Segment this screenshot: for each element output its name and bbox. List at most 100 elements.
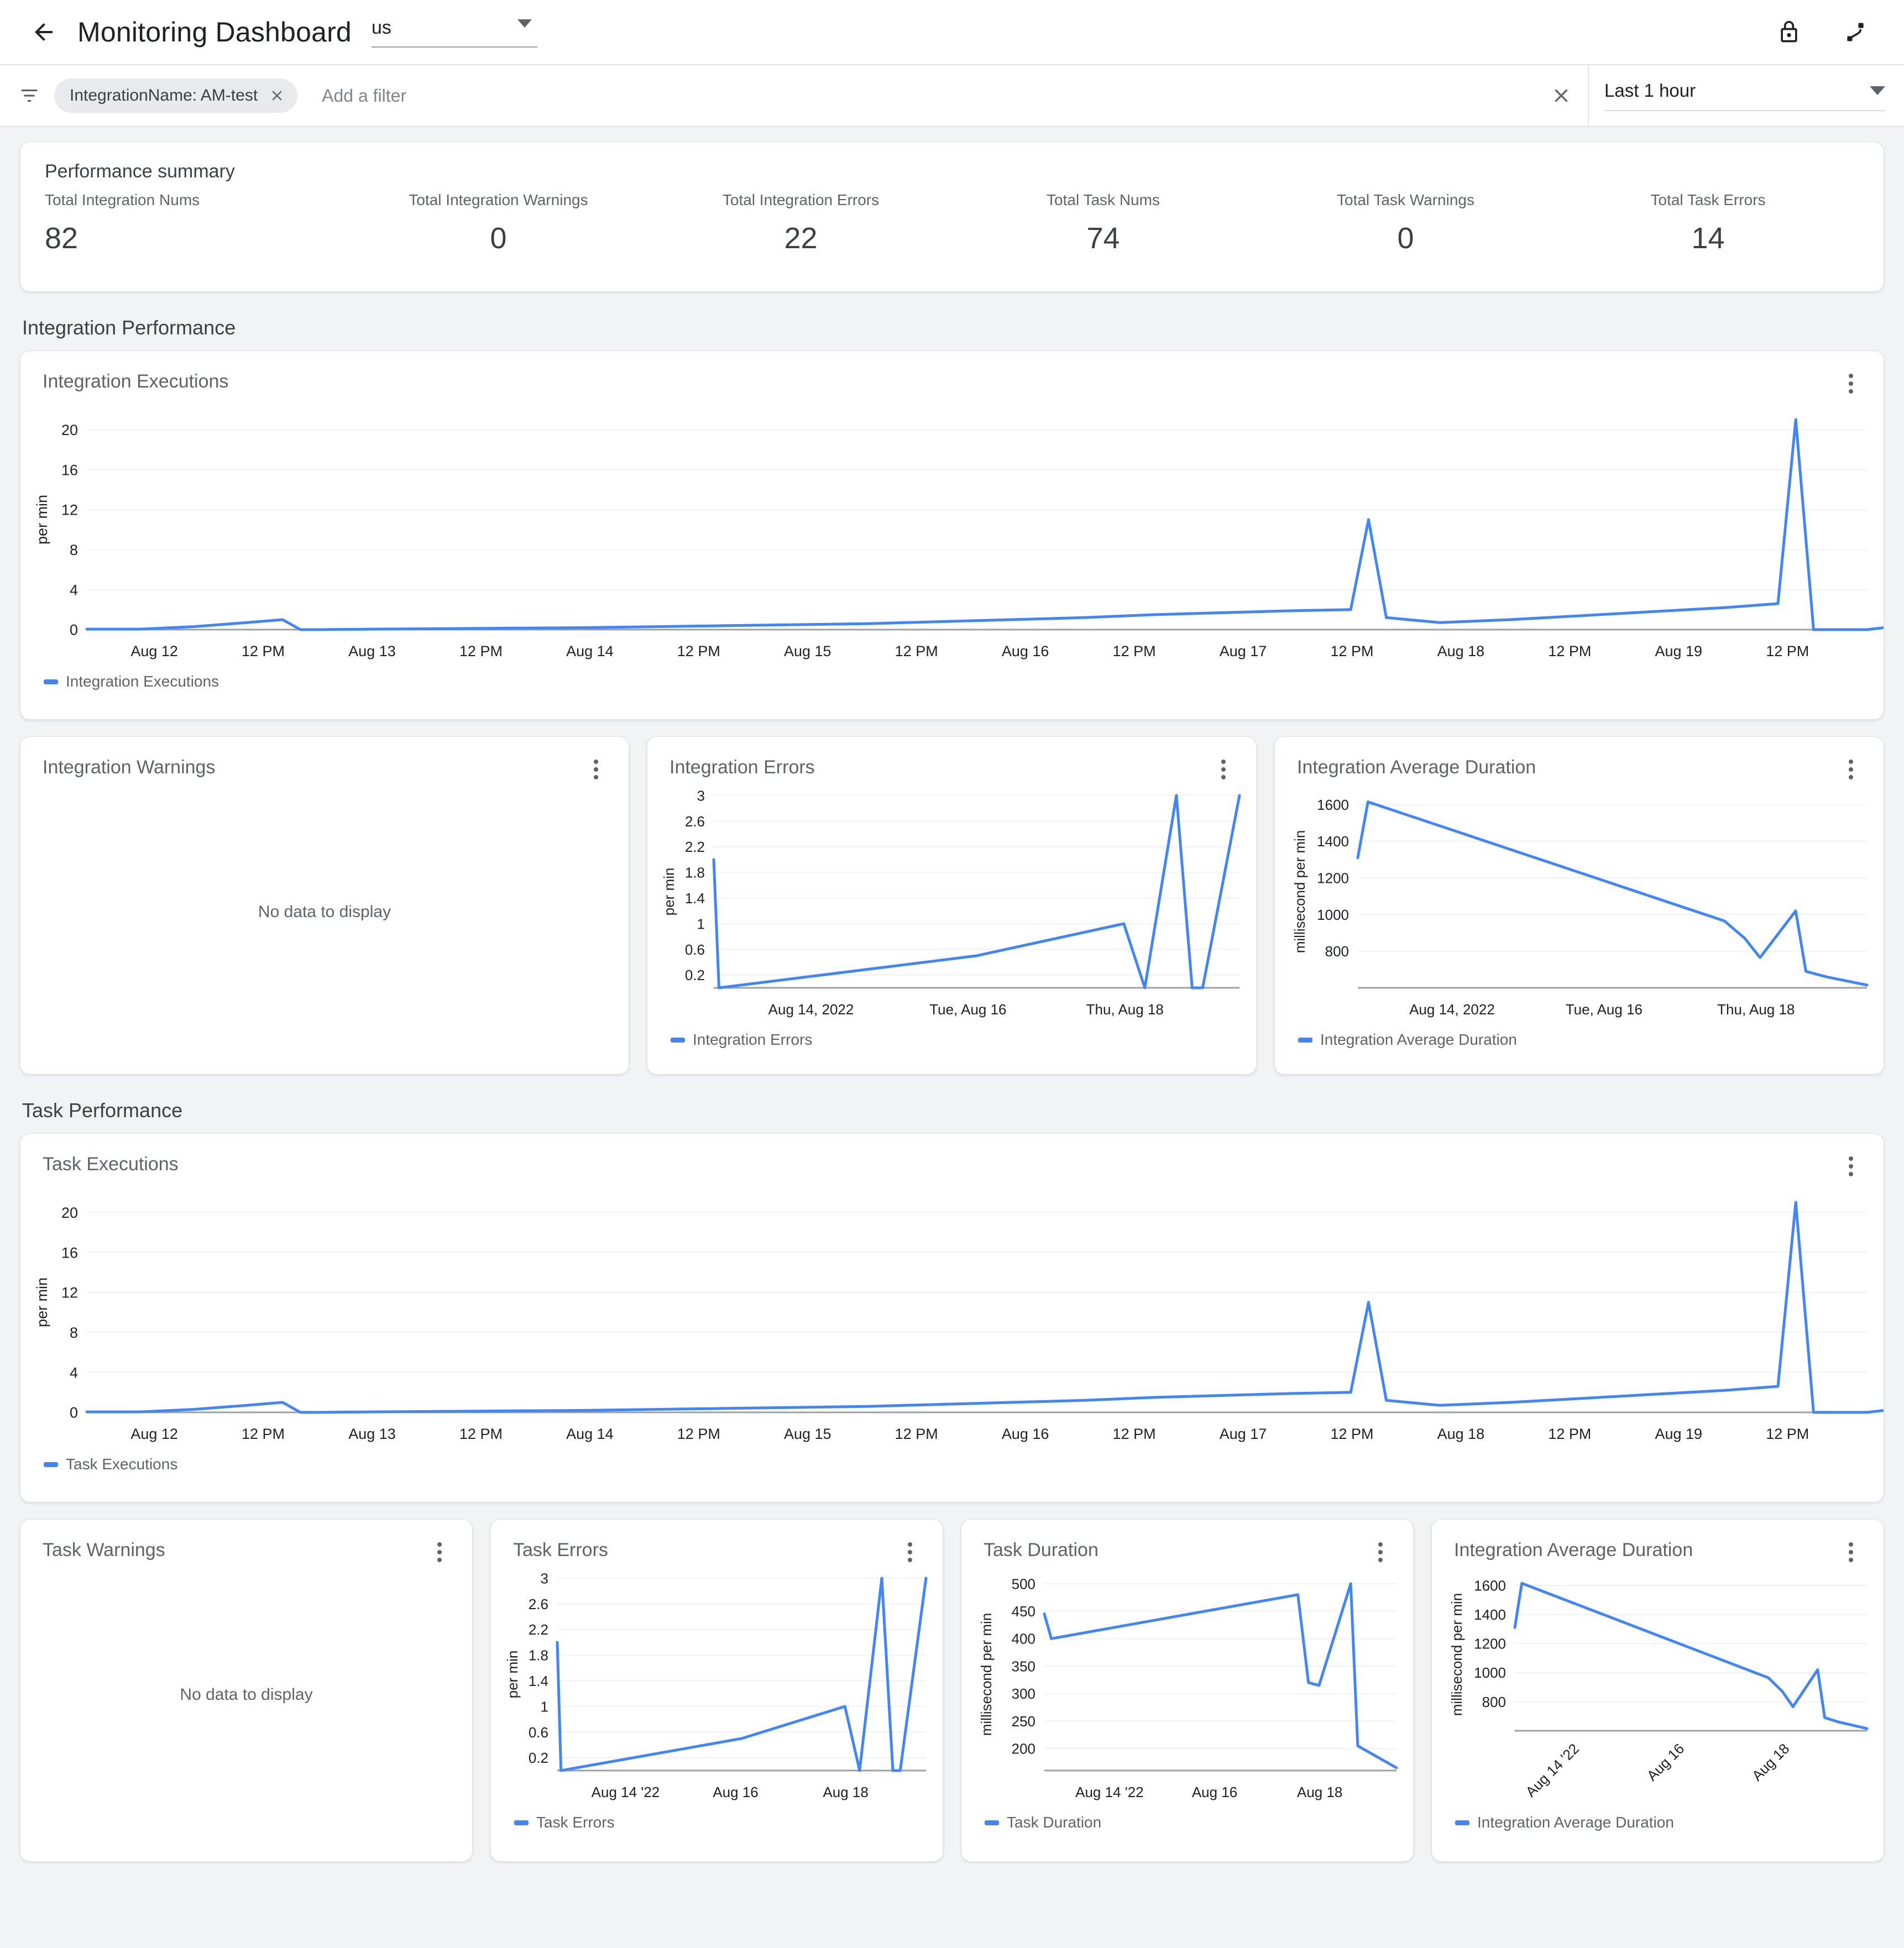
svg-text:500: 500 (1012, 1575, 1035, 1592)
metric-total-task-errors: Total Task Errors 14 (1557, 191, 1859, 255)
legend-swatch (1455, 1820, 1469, 1825)
performance-summary-card: Performance summary Total Integration Nu… (20, 142, 1884, 292)
lock-icon[interactable] (1774, 17, 1804, 48)
metric-value: 82 (45, 222, 79, 255)
card-task-warnings: Task Warnings No data to display (20, 1519, 473, 1862)
more-options-icon[interactable] (1368, 1539, 1393, 1565)
svg-text:0.6: 0.6 (529, 1724, 548, 1741)
card-task-errors: Task Errors 0.2 0.6 1 1.4 1.8 2.2 2.6 3 per min A… (490, 1519, 943, 1862)
filter-chip-label: IntegrationName: AM-test (70, 86, 258, 104)
legend-swatch (44, 1462, 58, 1467)
svg-text:1000: 1000 (1317, 907, 1349, 923)
filter-chip[interactable]: IntegrationName: AM-test (54, 78, 298, 113)
filter-list-icon[interactable] (15, 82, 43, 109)
more-options-icon[interactable] (583, 757, 609, 782)
legend-label: Task Duration (1007, 1814, 1102, 1831)
chart-legend: Integration Errors (647, 1031, 1256, 1049)
legend-swatch (985, 1820, 999, 1825)
svg-text:12 PM: 12 PM (1766, 1426, 1809, 1442)
metric-total-integration-nums: Total Integration Nums 82 (45, 191, 347, 255)
metric-value: 14 (1691, 222, 1725, 255)
svg-text:12: 12 (61, 1285, 78, 1301)
section-task-performance: Task Performance (22, 1099, 183, 1122)
chart-task-errors[interactable]: 0.2 0.6 1 1.4 1.8 2.2 2.6 3 per min Aug 14 '22 Aug… (491, 1565, 943, 1814)
card-task-executions: Task Executions 0 4 8 12 16 20 per min Aug 12 12… (20, 1133, 1904, 1502)
more-options-icon[interactable] (1838, 1154, 1864, 1179)
metric-value: 0 (490, 222, 507, 255)
close-icon[interactable] (266, 85, 287, 106)
chart-task-executions[interactable]: 0 4 8 12 16 20 per min Aug 12 12 PM Aug 13 12 PM Au… (20, 1179, 1904, 1455)
svg-text:12 PM: 12 PM (1766, 643, 1809, 659)
region-select[interactable]: us (371, 17, 537, 48)
svg-text:450: 450 (1012, 1603, 1035, 1620)
svg-text:2.6: 2.6 (529, 1596, 548, 1612)
card-title: Task Executions (43, 1154, 179, 1175)
add-filter-input[interactable]: Add a filter (322, 86, 1535, 106)
chart-integration-errors[interactable]: 0.2 0.6 1 1.4 1.8 2.2 2.6 3 per min Aug 14, 2022 T… (647, 782, 1256, 1031)
legend-swatch (44, 679, 58, 684)
svg-text:Tue, Aug 16: Tue, Aug 16 (1566, 1001, 1643, 1018)
svg-text:2.2: 2.2 (529, 1621, 548, 1638)
svg-text:2.2: 2.2 (685, 839, 705, 855)
svg-text:12 PM: 12 PM (242, 643, 285, 659)
more-options-icon[interactable] (427, 1539, 452, 1565)
svg-text:1.8: 1.8 (529, 1647, 548, 1664)
svg-text:200: 200 (1012, 1741, 1035, 1757)
legend-label: Task Errors (536, 1814, 615, 1831)
svg-text:per min: per min (504, 1651, 521, 1699)
svg-text:12 PM: 12 PM (242, 1426, 285, 1442)
legend-swatch (514, 1820, 529, 1825)
metric-label: Total Integration Warnings (409, 191, 588, 208)
chart-integration-executions[interactable]: 0 4 8 12 16 20 per min Aug 12 12 PM Aug 13 12 PM Au… (20, 396, 1904, 673)
svg-text:1400: 1400 (1317, 833, 1349, 850)
more-options-icon[interactable] (1211, 757, 1236, 782)
connection-cable-icon[interactable] (1840, 17, 1871, 48)
performance-summary-title: Performance summary (45, 161, 235, 182)
more-options-icon[interactable] (897, 1539, 923, 1565)
svg-text:per min: per min (34, 495, 50, 544)
svg-text:20: 20 (61, 1205, 78, 1221)
chart-legend: Task Executions (20, 1455, 1884, 1473)
back-arrow-icon[interactable] (27, 15, 61, 49)
svg-text:250: 250 (1012, 1713, 1035, 1730)
more-options-icon[interactable] (1838, 757, 1864, 782)
svg-text:Aug 16: Aug 16 (1002, 643, 1049, 659)
card-title: Integration Warnings (43, 757, 216, 778)
chart-integration-average-duration[interactable]: 800 1000 1200 1400 1600 millisecond per min Au… (1275, 782, 1884, 1031)
filter-bar-left: IntegrationName: AM-test Add a filter (0, 65, 1535, 126)
svg-text:Aug 14, 2022: Aug 14, 2022 (1409, 1001, 1495, 1018)
card-title: Integration Average Duration (1297, 757, 1536, 778)
card-title: Task Warnings (43, 1539, 165, 1561)
svg-text:Aug 14 '22: Aug 14 '22 (1523, 1740, 1583, 1800)
svg-text:0.2: 0.2 (529, 1750, 548, 1766)
chart-task-integration-average-duration[interactable]: 800 1000 1200 1400 1600 millisecond per min Au… (1432, 1565, 1884, 1814)
svg-text:20: 20 (61, 422, 78, 438)
svg-text:12 PM: 12 PM (1330, 1426, 1373, 1442)
svg-text:Aug 19: Aug 19 (1655, 643, 1703, 659)
metric-total-integration-warnings: Total Integration Warnings 0 (347, 191, 650, 255)
svg-text:300: 300 (1012, 1685, 1035, 1702)
svg-text:Aug 19: Aug 19 (1655, 1426, 1703, 1442)
svg-text:0.6: 0.6 (685, 941, 705, 958)
card-title: Integration Average Duration (1454, 1539, 1693, 1561)
card-integration-average-duration: Integration Average Duration 800 1000 1200… (1274, 736, 1884, 1075)
svg-text:Aug 14 '22: Aug 14 '22 (592, 1784, 660, 1800)
task-bottom-row: Task Warnings No data to display Task Er… (20, 1519, 1884, 1862)
metric-value: 74 (1086, 222, 1120, 255)
svg-text:8: 8 (70, 542, 78, 558)
chart-task-duration[interactable]: 200 250 300 350 400 450 500 millisecond per min… (961, 1565, 1413, 1814)
chevron-down-icon (1870, 86, 1885, 95)
svg-text:12 PM: 12 PM (1330, 643, 1373, 659)
time-range-select[interactable]: Last 1 hour (1588, 65, 1904, 126)
chart-legend: Task Duration (961, 1814, 1413, 1831)
svg-text:1.4: 1.4 (529, 1673, 548, 1689)
svg-text:0: 0 (70, 1405, 78, 1421)
legend-label: Integration Average Duration (1320, 1031, 1517, 1048)
svg-text:1600: 1600 (1317, 797, 1349, 813)
svg-text:1: 1 (541, 1698, 548, 1715)
more-options-icon[interactable] (1838, 371, 1864, 396)
more-options-icon[interactable] (1838, 1539, 1864, 1565)
svg-text:12 PM: 12 PM (1113, 643, 1156, 659)
svg-text:1.8: 1.8 (685, 865, 705, 881)
clear-filters-button[interactable] (1535, 65, 1588, 126)
